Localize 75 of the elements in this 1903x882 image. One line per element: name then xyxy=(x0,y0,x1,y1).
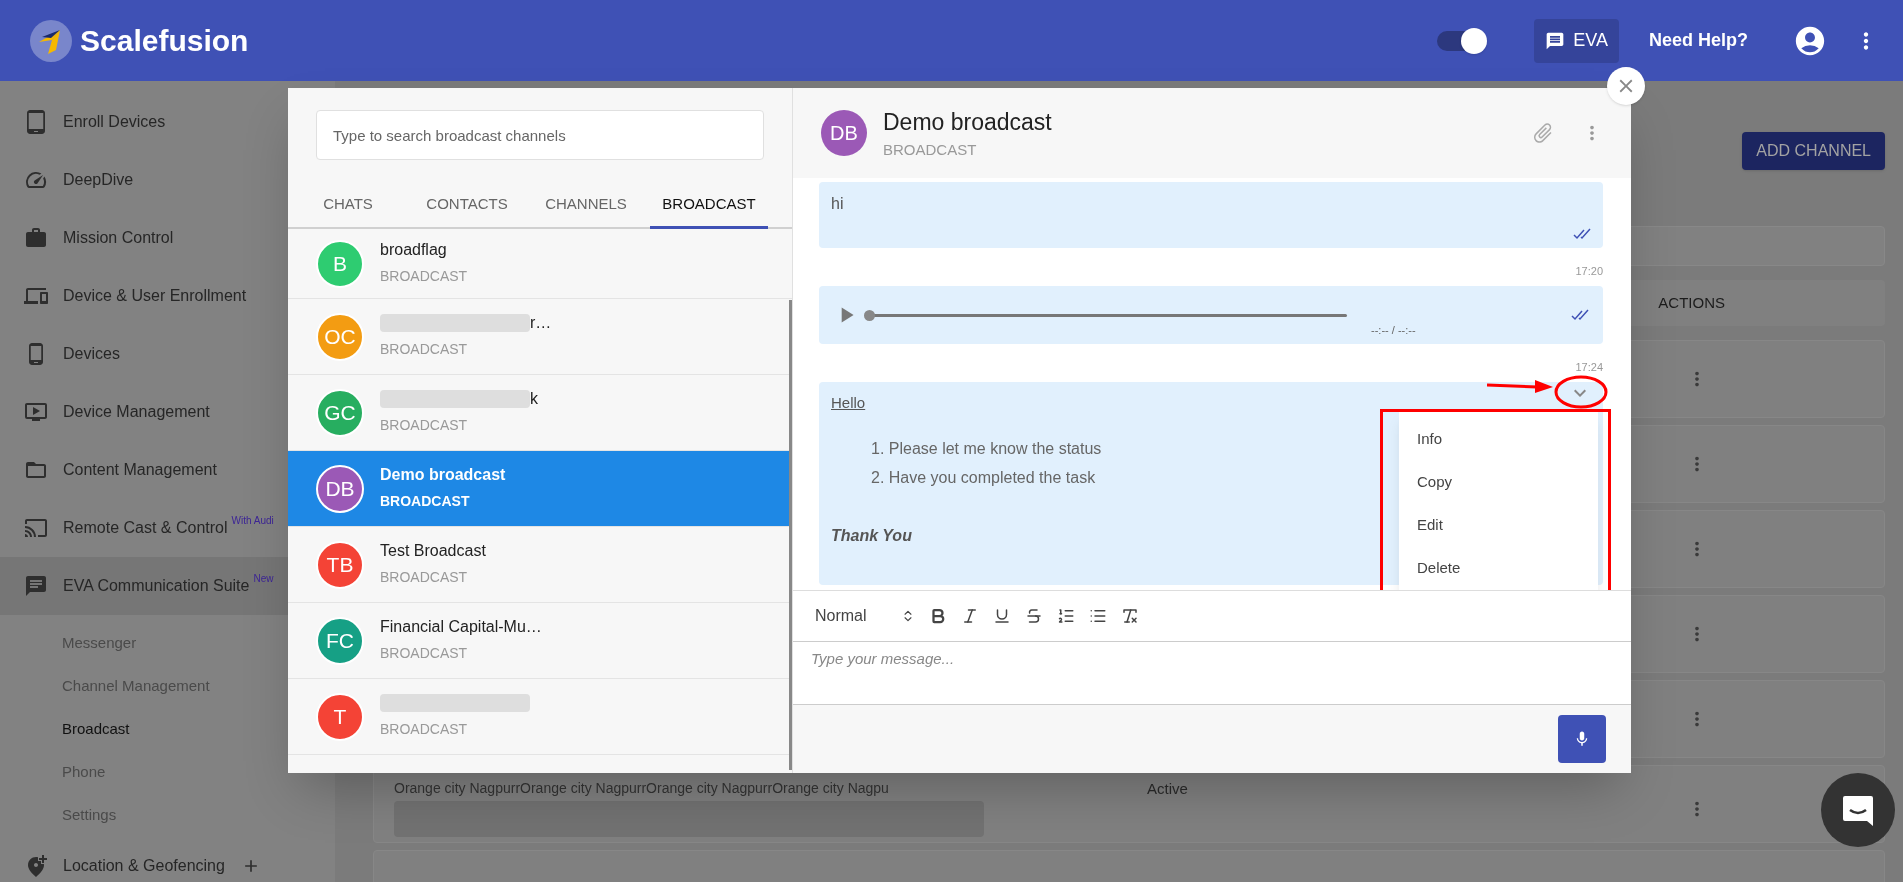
clear-format-icon[interactable] xyxy=(1121,607,1139,625)
logo-icon xyxy=(30,19,72,62)
underline-icon[interactable] xyxy=(993,607,1011,625)
channel-type: BROADCAST xyxy=(380,416,469,435)
microphone-button[interactable] xyxy=(1558,715,1606,763)
avatar: B xyxy=(316,239,364,288)
tab[interactable]: BROADCAST xyxy=(650,182,768,229)
bold-icon[interactable] xyxy=(929,607,947,625)
ordered-list-icon[interactable] xyxy=(1057,607,1075,625)
avatar: GC xyxy=(316,388,364,437)
channel-type: BROADCAST xyxy=(380,644,469,663)
channel-name: Demo broadcast xyxy=(380,465,506,485)
channel-type: BROADCAST xyxy=(380,267,468,286)
annotation-arrow xyxy=(1487,378,1553,394)
audio-duration: --:-- / --:-- xyxy=(1371,322,1416,338)
feature-label: With Audi xyxy=(231,515,274,527)
chat-subtitle: BROADCAST xyxy=(883,140,978,160)
channel-type: BROADCAST xyxy=(380,568,469,587)
bullet-list-icon[interactable] xyxy=(1089,607,1107,625)
chat-icon xyxy=(1545,30,1566,51)
menu-icon xyxy=(24,110,48,134)
channel-name: r… xyxy=(530,313,552,333)
avatar: OC xyxy=(316,312,364,361)
avatar: T xyxy=(316,692,364,741)
strikethrough-icon[interactable] xyxy=(1025,607,1043,625)
avatar: DB xyxy=(821,110,867,156)
channel-type: BROADCAST xyxy=(380,720,469,739)
channel-name: Financial Capital-Mu… xyxy=(380,617,542,637)
status-text: Active xyxy=(1147,779,1188,799)
add-channel-button[interactable]: ADD CHANNEL xyxy=(1742,132,1885,170)
channel-name: Test Broadcast xyxy=(380,541,486,561)
chat-bubble-icon xyxy=(1841,793,1875,827)
column-header: ACTIONS xyxy=(1658,292,1725,313)
chat-title: Demo broadcast xyxy=(883,107,1052,137)
menu-item[interactable]: Copy xyxy=(1399,461,1598,504)
menu-icon xyxy=(24,226,48,250)
message-heading: Hello xyxy=(831,393,866,413)
broadcast-item[interactable]: OC r… BROADCAST xyxy=(288,299,792,375)
audio-progress-thumb[interactable] xyxy=(864,309,875,321)
message-input[interactable]: Type your message... xyxy=(793,641,1631,705)
feature-label: New xyxy=(253,573,274,585)
search-field[interactable]: Type to search broadcast channels xyxy=(316,110,764,160)
channel-name: Orange city NagpurrOrange city NagpurrOrange city NagpurrOrange city Nagpu xyxy=(394,779,890,798)
message-time: 17:24 xyxy=(1575,362,1603,373)
list-item: 1. Please let me know the status xyxy=(871,438,1102,459)
broadcast-item[interactable]: DB Demo broadcast BROADCAST xyxy=(288,451,792,527)
help-link[interactable]: Need Help? xyxy=(1648,27,1748,54)
menu-item[interactable]: Info xyxy=(1399,418,1598,461)
avatar: TB xyxy=(316,540,364,589)
menu-item[interactable]: Edit xyxy=(1399,504,1598,547)
sidebar-item[interactable]: Location & Geofencing xyxy=(0,837,335,882)
eva-button[interactable]: EVA xyxy=(1534,18,1619,63)
menu-icon xyxy=(24,400,48,424)
tab[interactable]: CONTACTS xyxy=(408,182,526,229)
logo-text: Scalefusion xyxy=(80,23,249,59)
annotation-circle xyxy=(1553,374,1609,410)
format-select[interactable]: Normal xyxy=(815,604,881,628)
italic-icon[interactable] xyxy=(961,607,979,625)
channel-name: broadflag xyxy=(380,240,447,260)
toggle-switch[interactable] xyxy=(1437,30,1486,51)
broadcast-item[interactable]: T BROADCAST xyxy=(288,679,792,755)
menu-icon xyxy=(24,516,48,540)
channel-type: BROADCAST xyxy=(380,492,471,511)
tab[interactable]: CHANNELS xyxy=(526,182,646,229)
broadcast-item[interactable]: B broadflag BROADCAST xyxy=(288,229,792,299)
menu-item[interactable]: Delete xyxy=(1399,547,1598,590)
avatar: FC xyxy=(316,616,364,665)
message-time: 17:20 xyxy=(1575,266,1603,277)
message-signoff: Thank You xyxy=(831,525,912,546)
menu-icon xyxy=(24,574,48,598)
channel-type: BROADCAST xyxy=(380,340,469,359)
message-text: hi xyxy=(831,194,844,214)
avatar: DB xyxy=(316,464,364,513)
channel-name: k xyxy=(530,389,538,409)
list-item: 2. Have you completed the task xyxy=(871,467,1096,488)
